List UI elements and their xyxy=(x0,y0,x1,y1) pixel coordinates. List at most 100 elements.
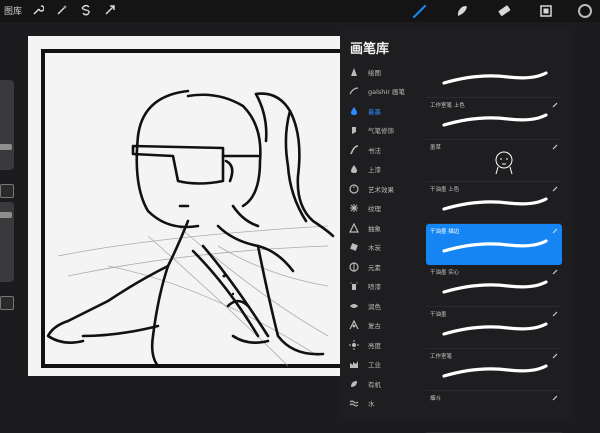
retro-icon xyxy=(348,319,360,331)
brush-category-label: 气笔修饰 xyxy=(368,127,394,136)
undo-button[interactable] xyxy=(0,296,14,310)
brush-category-label: 木炭 xyxy=(368,244,381,253)
element-icon xyxy=(348,261,360,273)
brush-category-item[interactable]: 元素 xyxy=(340,257,428,277)
brush-item[interactable]: 墨草 xyxy=(426,140,562,182)
brush-stroke-preview xyxy=(442,280,548,294)
brush-category-label: 绘图 xyxy=(368,68,381,77)
brush-edit-icon[interactable] xyxy=(552,269,558,275)
brush-icon[interactable] xyxy=(410,1,430,21)
left-toolbar: 图库 xyxy=(4,2,118,18)
brush-library-title: 画笔库 xyxy=(350,42,390,57)
touchup-icon xyxy=(348,300,360,312)
brush-category-label: 润色 xyxy=(368,302,381,311)
brush-item[interactable]: 烟斗 xyxy=(426,391,562,433)
opacity-handle[interactable] xyxy=(0,212,12,218)
brush-size-slider[interactable] xyxy=(0,80,14,170)
brush-edit-icon[interactable] xyxy=(552,353,558,359)
brush-item[interactable]: 干油墨 xyxy=(426,307,562,349)
brush-item[interactable]: 干油墨 上色 xyxy=(426,182,562,224)
brush-stroke-preview xyxy=(442,364,548,378)
brush-category-label: 纹理 xyxy=(368,205,381,214)
brush-category-label: 元素 xyxy=(368,263,381,272)
brush-category-item[interactable]: 工业 xyxy=(340,355,428,375)
brush-category-label: 工业 xyxy=(368,361,381,370)
brush-category-label: 抽象 xyxy=(368,224,381,233)
brush-category-label: 着墨 xyxy=(368,107,381,116)
brush-edit-icon[interactable] xyxy=(552,144,558,150)
pencil-tip-icon xyxy=(348,66,360,78)
smudge-icon[interactable] xyxy=(452,1,472,21)
brush-edit-icon[interactable] xyxy=(552,311,558,317)
brush-stroke-preview xyxy=(442,197,548,211)
brush-category-label: 喷漆 xyxy=(368,283,381,292)
brush-stroke-preview xyxy=(442,113,548,127)
ink-drop-icon xyxy=(348,105,360,117)
paint-drop-icon xyxy=(348,163,360,175)
brush-stroke-preview xyxy=(442,71,548,85)
brush-item-selected[interactable]: 干油墨 描边 xyxy=(426,224,562,265)
brush-item[interactable]: 工作室笔 上色 xyxy=(426,98,562,140)
texture-icon xyxy=(348,202,360,214)
brush-category-item[interactable]: 艺术效果 xyxy=(340,179,428,199)
brush-item[interactable]: 工作室笔 xyxy=(426,349,562,391)
water-icon xyxy=(348,397,360,409)
drawing-canvas[interactable] xyxy=(28,36,340,376)
brush-category-label: 书法 xyxy=(368,146,381,155)
brush-category-item[interactable]: 纹理 xyxy=(340,199,428,219)
brush-category-item[interactable]: 木炭 xyxy=(340,238,428,258)
brush-category-item[interactable]: 亮度 xyxy=(340,335,428,355)
brush-category-label: 有机 xyxy=(368,380,381,389)
eraser-icon[interactable] xyxy=(494,1,514,21)
selection-s-icon[interactable] xyxy=(78,2,94,18)
charcoal-icon xyxy=(348,241,360,253)
stroke-icon xyxy=(348,85,360,97)
brush-category-label: 水 xyxy=(368,400,375,409)
gallery-button[interactable]: 图库 xyxy=(4,4,22,17)
spray-icon xyxy=(348,280,360,292)
brush-category-label: 复古 xyxy=(368,322,381,331)
brush-category-item[interactable]: 喷漆 xyxy=(340,277,428,297)
brush-edit-icon[interactable] xyxy=(552,102,558,108)
layers-icon[interactable] xyxy=(536,1,556,21)
brush-list: 工作室笔 上色 墨草 干油墨 上色 干油墨 描边 干油墨 实心 干油墨 工作室笔 烟斗 xyxy=(426,56,562,433)
brightness-icon xyxy=(348,339,360,351)
brush-category-item[interactable]: 抽象 xyxy=(340,218,428,238)
brush-stroke-preview xyxy=(442,239,548,253)
brush-size-handle[interactable] xyxy=(0,144,12,150)
brush-category-item[interactable]: 上漆 xyxy=(340,160,428,180)
brush-category-list: 绘图 galshir 画笔 着墨气笔修饰书法上漆艺术效果纹理抽象木炭元素喷漆润色复古… xyxy=(340,62,428,413)
transform-arrow-icon[interactable] xyxy=(102,2,118,18)
brush-category-label: galshir 画笔 xyxy=(368,88,405,97)
industrial-icon xyxy=(348,358,360,370)
left-sidebar xyxy=(0,60,14,340)
brush-edit-icon[interactable] xyxy=(552,395,558,401)
brush-category-item[interactable]: 书法 xyxy=(340,140,428,160)
brush-category-item[interactable]: 绘图 xyxy=(340,62,428,82)
brush-category-item[interactable]: 着墨 xyxy=(340,101,428,121)
brush-category-label: 艺术效果 xyxy=(368,185,394,194)
brush-category-item[interactable]: 有机 xyxy=(340,374,428,394)
top-toolbar: 图库 xyxy=(0,0,600,22)
eyedropper-button[interactable] xyxy=(0,184,14,198)
brush-category-item[interactable]: 水 xyxy=(340,394,428,414)
brush-stroke-preview xyxy=(438,400,550,426)
right-toolbar xyxy=(410,1,592,21)
wrench-icon[interactable] xyxy=(30,2,46,18)
airbrush-icon xyxy=(348,124,360,136)
opacity-slider[interactable] xyxy=(0,202,14,282)
brush-category-item[interactable]: 润色 xyxy=(340,296,428,316)
brush-category-label: 上漆 xyxy=(368,166,381,175)
brush-category-item[interactable]: galshir 画笔 xyxy=(340,82,428,102)
palette-icon xyxy=(348,183,360,195)
brush-stroke-preview xyxy=(495,151,513,175)
magic-wand-icon[interactable] xyxy=(54,2,70,18)
color-icon[interactable] xyxy=(578,4,592,18)
brush-item[interactable]: 干油墨 实心 xyxy=(426,265,562,307)
sketch-artwork xyxy=(41,49,340,368)
brush-edit-icon[interactable] xyxy=(552,186,558,192)
brush-edit-icon[interactable] xyxy=(552,228,558,234)
brush-category-item[interactable]: 气笔修饰 xyxy=(340,121,428,141)
brush-item[interactable] xyxy=(426,56,562,98)
brush-category-item[interactable]: 复古 xyxy=(340,316,428,336)
